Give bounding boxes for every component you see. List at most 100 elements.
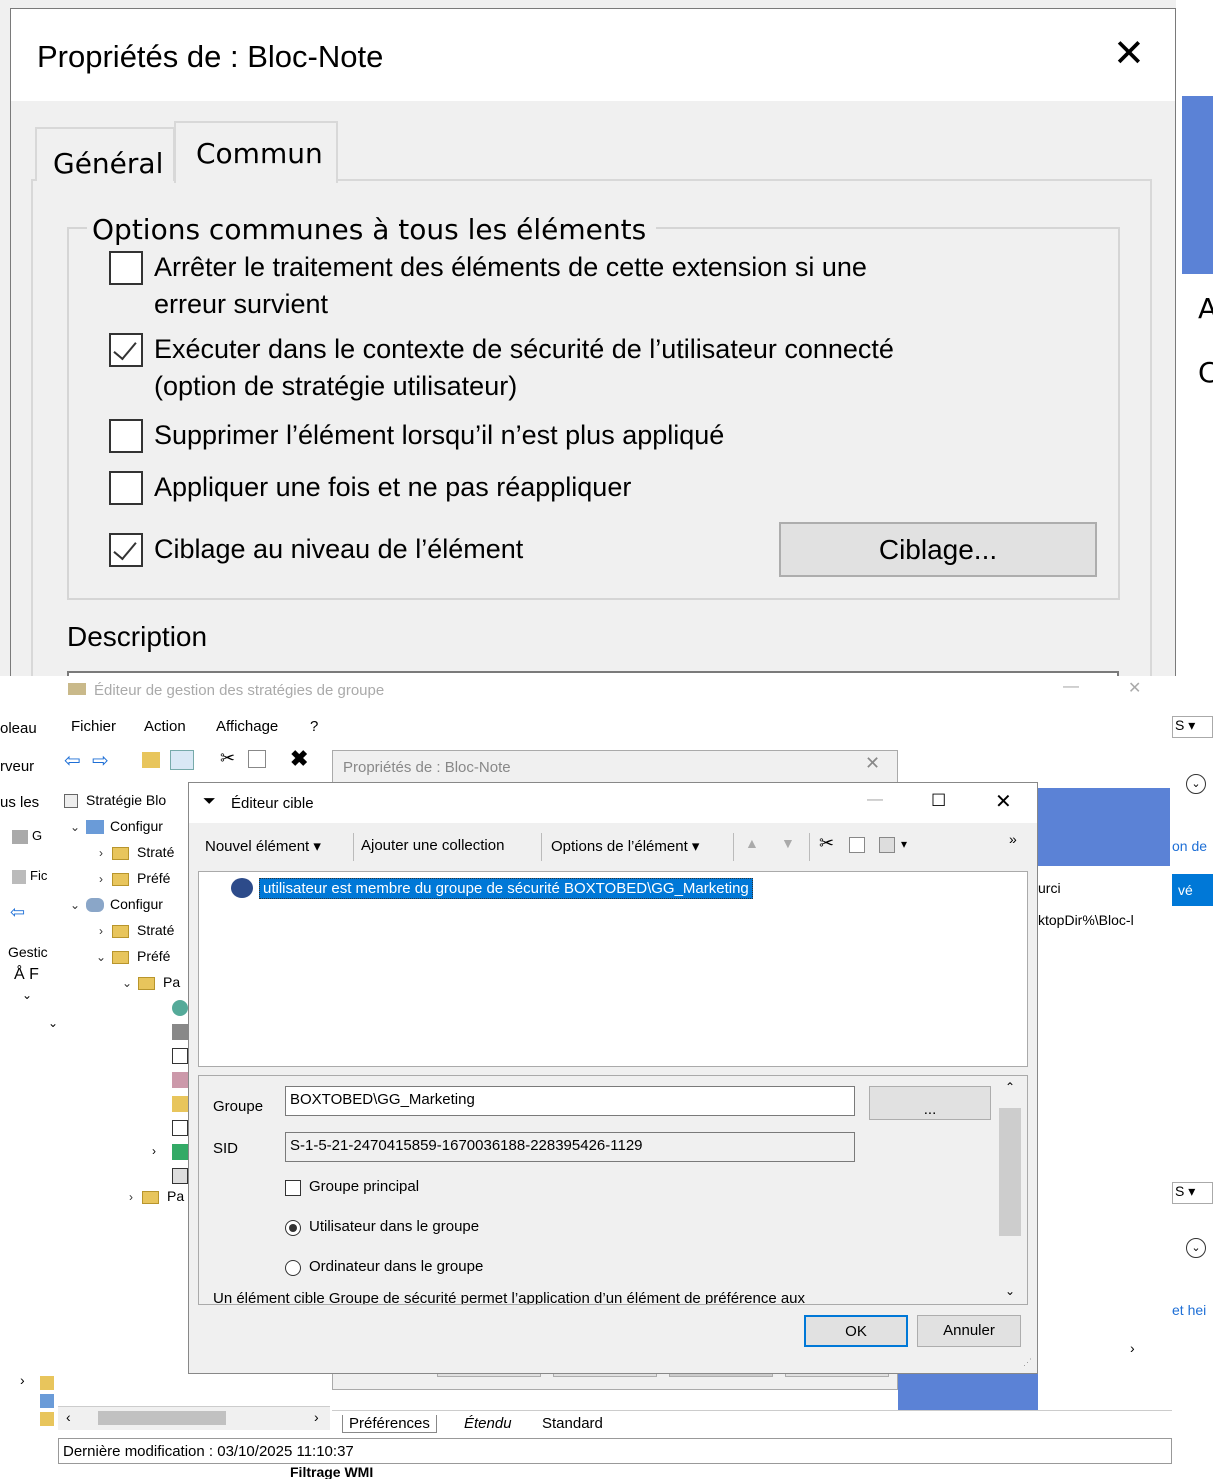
dropdown-1[interactable]: S ▾ [1172, 716, 1213, 738]
target-editor-titlebar: ⏷ Éditeur cible — ☐ ✕ [189, 783, 1037, 823]
move-up-icon[interactable]: ▲ [745, 835, 759, 851]
sid-input[interactable]: S-1-5-21-2470415859-1670036188-228395426… [285, 1132, 855, 1162]
chevron-right-icon[interactable]: › [94, 846, 108, 860]
back-arrow-icon[interactable]: ⇦ [64, 748, 81, 773]
dropdown-2[interactable]: S ▾ [1172, 1182, 1213, 1204]
delete-icon[interactable]: ✖ [290, 746, 308, 772]
scroll-thumb[interactable] [999, 1108, 1021, 1236]
close-icon[interactable]: ✕ [995, 789, 1012, 814]
chevron-down-icon[interactable]: ⌄ [94, 950, 108, 964]
apply-once-checkbox[interactable] [109, 471, 143, 505]
item-level-targeting-checkbox[interactable] [109, 533, 143, 567]
browse-group-button[interactable]: ... [869, 1086, 991, 1120]
tree-item-strategies-1[interactable]: › Straté [94, 844, 174, 860]
move-down-icon[interactable]: ▼ [781, 835, 795, 851]
scroll-right-icon[interactable]: › [1130, 1340, 1135, 1356]
cut-icon[interactable]: ✂ [220, 748, 235, 769]
file-icon [12, 869, 26, 884]
left-cut-label-1: oleau [0, 720, 37, 737]
close-icon[interactable]: ✕ [1128, 678, 1141, 698]
maximize-icon[interactable]: ☐ [931, 791, 946, 811]
folder-icon [112, 950, 129, 964]
toolbar-separator [541, 833, 542, 861]
expand-circle-icon[interactable]: ⌄ [1186, 1238, 1206, 1258]
tree-item-computer-config[interactable]: ⌄ Configur [68, 818, 163, 835]
targeting-button[interactable]: Ciblage... [779, 522, 1097, 577]
expand-circle-icon[interactable]: ⌄ [1186, 774, 1206, 794]
tree-item-user-config[interactable]: ⌄ Configur [68, 896, 163, 913]
back-arrow-icon[interactable]: ⇦ [10, 902, 25, 923]
chevron-down-icon[interactable]: ⌄ [22, 988, 32, 1002]
chevron-right-icon[interactable]: › [94, 924, 108, 938]
scroll-left-icon[interactable]: ‹ [66, 1409, 71, 1425]
cut-icon[interactable]: ✂ [819, 833, 834, 854]
view-tabs: Préférences Étendu Standard [332, 1410, 1172, 1436]
apply-once-label: Appliquer une fois et ne pas réappliquer [154, 472, 632, 502]
minimize-icon[interactable]: — [867, 791, 883, 809]
chevron-down-icon[interactable]: ⌄ [120, 976, 134, 990]
minimize-icon[interactable]: — [1063, 678, 1079, 696]
tree-item-parametres[interactable]: ⌄ Pa [120, 974, 180, 990]
scroll-down-icon[interactable]: ⌄ [1005, 1284, 1015, 1298]
chevron-right-icon[interactable]: › [124, 1190, 138, 1204]
link-text-2[interactable]: et hei [1172, 1302, 1206, 1318]
network-shares-icon [172, 1144, 188, 1160]
tree-hscrollbar[interactable]: ‹ › [58, 1406, 330, 1430]
cancel-button[interactable]: Annuler [917, 1315, 1021, 1347]
target-editor-dialog: ⏷ Éditeur cible — ☐ ✕ Nouvel élément ▾ A… [188, 782, 1038, 1374]
run-in-user-context-checkbox[interactable] [109, 333, 143, 367]
scroll-right-icon[interactable]: › [314, 1409, 319, 1425]
overflow-chevron-icon[interactable]: » [1009, 831, 1017, 847]
tab-general[interactable]: Général [35, 127, 175, 181]
link-text-1[interactable]: on de [1172, 838, 1207, 854]
computer-icon [86, 820, 104, 835]
menu-affichage[interactable]: Affichage [216, 718, 278, 735]
menu-action[interactable]: Action [144, 718, 186, 735]
tab-preferences[interactable]: Préférences [342, 1415, 437, 1433]
chevron-down-icon[interactable]: ⌄ [68, 898, 82, 912]
chevron-right-icon[interactable]: › [20, 1372, 25, 1388]
tree-item-panel[interactable]: › Pa [124, 1188, 184, 1204]
scroll-up-icon[interactable]: ⌃ [1005, 1080, 1015, 1094]
add-collection-button[interactable]: Ajouter une collection [361, 837, 504, 854]
item-options-dropdown[interactable]: Options de l’élément ▾ [551, 837, 699, 855]
tab-etendu[interactable]: Étendu [458, 1415, 518, 1432]
selected-item[interactable]: vé [1172, 874, 1213, 906]
ok-button[interactable]: OK [804, 1315, 908, 1347]
chevron-right-icon[interactable]: › [94, 872, 108, 886]
copy-icon[interactable] [248, 750, 266, 768]
stop-processing-checkbox[interactable] [109, 251, 143, 285]
copy-icon[interactable] [849, 837, 865, 853]
chevron-down-icon[interactable]: ⌄ [48, 1016, 58, 1030]
tab-commun[interactable]: Commun [174, 121, 338, 183]
scroll-thumb[interactable] [98, 1411, 226, 1425]
target-item-selected[interactable]: utilisateur est membre du groupe de sécu… [259, 878, 753, 899]
up-folder-icon[interactable] [142, 752, 160, 768]
menu-fichier[interactable]: Fichier [71, 718, 116, 735]
dropdown-arrow-icon[interactable]: ▾ [901, 837, 907, 851]
close-icon[interactable]: ✕ [865, 753, 880, 774]
paste-icon[interactable] [879, 837, 895, 853]
user-in-group-radio[interactable] [285, 1220, 301, 1236]
resize-grip-icon[interactable]: ⋰ [1023, 1357, 1032, 1368]
chevron-down-icon[interactable]: ⌄ [68, 820, 82, 834]
forward-arrow-icon[interactable]: ⇨ [92, 748, 109, 773]
computer-in-group-radio[interactable] [285, 1260, 301, 1276]
tree-item-preferences-1[interactable]: › Préfé [94, 870, 170, 886]
tree-item-strategies-2[interactable]: › Straté [94, 922, 174, 938]
group-label: Groupe [213, 1098, 264, 1115]
description-label: Description [67, 621, 208, 652]
panel-vscrollbar[interactable]: ⌃ ⌄ [999, 1076, 1023, 1304]
tree-item-preferences-2[interactable]: ⌄ Préfé [94, 948, 171, 964]
close-icon[interactable]: ✕ [1113, 31, 1145, 75]
chevron-right-icon[interactable]: › [152, 1144, 156, 1158]
folder-icon [40, 1412, 54, 1426]
new-item-dropdown[interactable]: Nouvel élément ▾ [205, 837, 321, 855]
primary-group-checkbox[interactable] [285, 1180, 301, 1196]
menu-help[interactable]: ? [310, 718, 318, 735]
tab-standard[interactable]: Standard [536, 1415, 609, 1432]
remove-when-not-applied-checkbox[interactable] [109, 419, 143, 453]
tree-item-gpo[interactable]: Stratégie Blo [64, 792, 166, 809]
group-input[interactable]: BOXTOBED\GG_Marketing [285, 1086, 855, 1116]
show-hide-tree-icon[interactable] [170, 750, 194, 770]
